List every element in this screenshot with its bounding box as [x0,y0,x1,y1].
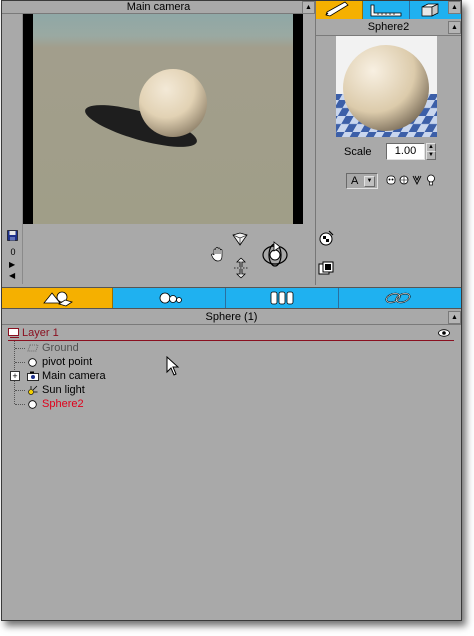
main-tab-bar [2,287,461,309]
sphere-render [85,69,207,147]
object-name: Sphere2 [367,21,410,33]
viewport-title: Main camera [126,1,191,13]
scene-panel-collapse-button[interactable]: ▲ [448,311,461,324]
viewport-frame [23,14,303,224]
expand-toggle-icon[interactable]: + [10,371,20,381]
tab-textures[interactable] [226,288,339,308]
camera-icon [27,371,39,381]
effects-icon[interactable] [412,175,422,186]
layer-icon [8,328,19,338]
tab-links[interactable] [339,288,461,308]
scene-panel-header: Sphere (1) [2,310,461,325]
texture-icon[interactable] [399,175,409,185]
scene-panel-title: Sphere (1) [205,311,258,323]
eye-icon[interactable] [438,329,450,337]
ground-plane-icon [27,344,39,352]
tab-edit[interactable] [316,1,363,19]
sun-light-icon [28,385,38,395]
side-tab-bar [316,1,461,19]
tab-materials[interactable] [113,288,226,308]
tree-item-label: Ground [42,342,79,354]
material-preview [336,36,437,137]
material-selector[interactable]: A ▼ [346,173,378,189]
render-window-icon[interactable] [318,261,334,277]
material-dropdown-arrow[interactable]: ▼ [364,176,375,187]
pan-hand-icon[interactable] [210,246,226,262]
object-name-header: Sphere2 [316,19,461,36]
scene-tree: Layer 1 Ground pivot point + Main camera [4,326,456,616]
viewport-collapse-button[interactable]: ▲ [302,1,315,14]
frame-counter: 0 [10,247,16,257]
orbit-icon[interactable] [232,232,248,246]
layer-label: Layer 1 [22,327,59,339]
pencil-icon [325,1,349,17]
rotate-view-icon[interactable] [260,239,290,269]
prev-frame-icon[interactable]: ◀ [9,271,15,280]
render-ball-icon[interactable] [318,230,334,246]
side-panel-up-button[interactable]: ▲ [448,1,461,14]
mouse-cursor-icon [166,356,180,376]
move-vertical-icon[interactable] [232,257,250,279]
shapes-icon [43,291,73,307]
next-frame-icon[interactable]: ▶ [9,260,15,269]
textures-icon [270,291,294,305]
mask-icon[interactable] [386,175,396,185]
ruler-icon [370,4,402,17]
tab-measure[interactable] [363,1,410,19]
tree-item-label: pivot point [42,356,93,368]
render-view[interactable] [33,14,293,224]
lightbulb-icon[interactable] [426,174,436,186]
tab-objects[interactable] [410,1,448,19]
panel-divider [315,1,316,285]
scale-decrement-button[interactable]: ▼ [426,151,436,160]
left-tool-strip [2,14,23,284]
sphere-object-icon [28,400,37,409]
tree-item-label: Sun light [42,384,85,396]
tree-item-label: Sphere2 [42,398,84,410]
viewport-title-bar: Main camera [2,1,315,14]
material-letter: A [351,175,359,187]
app-window: Main camera ▲ 0 ▶ ◀ ▲ Sphere2 ▲ Scale 1.… [1,0,462,621]
chain-link-icon [385,292,411,304]
save-icon[interactable] [7,230,18,241]
materials-icon [159,292,182,304]
tree-item-label: Main camera [42,370,106,382]
scale-field[interactable]: 1.00 [386,143,425,160]
side-panel-collapse-button[interactable]: ▲ [448,21,461,34]
cube-icon [421,3,439,17]
sphere-object-icon [28,358,37,367]
layer-row[interactable]: Layer 1 [8,326,454,341]
tab-shapes[interactable] [2,288,113,308]
scale-label: Scale [344,146,372,158]
